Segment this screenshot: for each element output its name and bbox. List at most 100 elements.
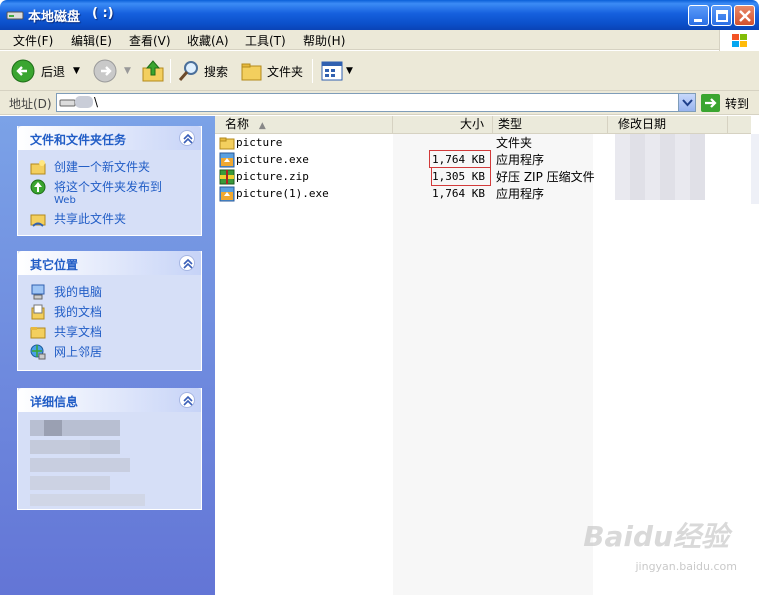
- task-new-folder-label: 创建一个新文件夹: [54, 160, 151, 174]
- details-header[interactable]: 详细信息: [18, 388, 201, 412]
- address-input[interactable]: \: [56, 93, 696, 112]
- column-size-label: 大小: [459, 117, 484, 131]
- task-publish-web[interactable]: 将这个文件夹发布到 Web: [18, 178, 201, 210]
- file-tasks-title: 文件和文件夹任务: [30, 133, 127, 147]
- address-dropdown-button[interactable]: [678, 94, 695, 111]
- collapse-icon[interactable]: [179, 130, 195, 146]
- menu-favorites[interactable]: 收藏(A): [187, 32, 229, 49]
- column-name[interactable]: 名称 ▲: [215, 116, 393, 134]
- collapse-icon[interactable]: [179, 392, 195, 408]
- new-folder-icon: [30, 160, 46, 175]
- address-blurred-drive: [75, 96, 93, 108]
- menu-view[interactable]: 查看(V): [129, 32, 171, 49]
- file-name: picture.zip: [236, 170, 309, 183]
- folder-up-icon: [142, 60, 164, 82]
- menu-edit[interactable]: 编辑(E): [71, 32, 112, 49]
- views-dropdown-icon[interactable]: ▼: [346, 66, 353, 76]
- maximize-button[interactable]: [711, 5, 732, 26]
- back-dropdown-icon[interactable]: ▼: [73, 66, 80, 76]
- publish-web-icon: [30, 179, 46, 195]
- exe-icon: [219, 186, 235, 202]
- back-button[interactable]: 后退 ▼: [10, 57, 80, 85]
- task-publish-web-label: 将这个文件夹发布到: [54, 180, 163, 194]
- close-icon: [739, 10, 751, 22]
- other-places-header[interactable]: 其它位置: [18, 251, 201, 275]
- column-date-label: 修改日期: [618, 117, 667, 131]
- zip-icon: [219, 169, 235, 185]
- place-my-documents[interactable]: 我的文档: [18, 303, 201, 323]
- file-row[interactable]: picture(1).exe 1,764 KB 应用程序: [215, 186, 751, 203]
- views-button[interactable]: ▼: [320, 57, 353, 85]
- task-new-folder[interactable]: 创建一个新文件夹: [18, 158, 201, 178]
- file-type: 文件夹: [496, 136, 533, 150]
- windows-flag-icon: [732, 34, 747, 47]
- column-type-label: 类型: [498, 117, 523, 131]
- menu-bar: 文件(F) 编辑(E) 查看(V) 收藏(A) 工具(T) 帮助(H): [0, 30, 759, 52]
- minimize-button[interactable]: [688, 5, 709, 26]
- size-highlight-box: [429, 150, 491, 168]
- title-bar: 本地磁盘 ( :): [0, 0, 759, 30]
- task-share-folder[interactable]: 共享此文件夹: [18, 210, 201, 230]
- menu-tools[interactable]: 工具(T): [245, 32, 286, 49]
- file-size: 1,764 KB: [432, 187, 485, 200]
- collapse-icon[interactable]: [179, 255, 195, 271]
- scroll-edge: [751, 134, 759, 204]
- other-places-panel: 其它位置 我的电脑 我的文档 共享文档 网上邻居: [17, 251, 202, 371]
- sorted-column-shade: [393, 134, 593, 595]
- column-type[interactable]: 类型: [493, 116, 608, 134]
- forward-arrow-icon: [93, 59, 117, 83]
- file-tasks-header[interactable]: 文件和文件夹任务: [18, 126, 201, 150]
- views-icon: [321, 61, 343, 81]
- file-name: picture(1).exe: [236, 187, 329, 200]
- column-size[interactable]: 大小: [393, 116, 493, 134]
- place-my-documents-label: 我的文档: [54, 305, 103, 319]
- windows-logo: [719, 30, 759, 52]
- toolbar-separator: [312, 59, 313, 83]
- place-network[interactable]: 网上邻居: [18, 343, 201, 363]
- task-publish-web-sub: Web: [54, 195, 76, 206]
- details-panel: 详细信息: [17, 388, 202, 510]
- window-title: 本地磁盘: [28, 10, 81, 25]
- details-blurred-content: [18, 412, 201, 506]
- menu-file[interactable]: 文件(F): [13, 32, 53, 49]
- folder-icon: [219, 137, 235, 150]
- size-highlight-box: [431, 167, 491, 186]
- details-title: 详细信息: [30, 395, 79, 409]
- forward-dropdown-icon[interactable]: ▼: [124, 66, 131, 76]
- back-label: 后退: [41, 64, 66, 79]
- exe-icon: [219, 152, 235, 168]
- close-button[interactable]: [734, 5, 755, 26]
- task-pane: 文件和文件夹任务 创建一个新文件夹 将这个文件夹发布到 Web 共享此文件夹 其: [0, 116, 215, 595]
- drive-icon: [6, 11, 24, 20]
- go-arrow-icon: [701, 94, 720, 112]
- up-button[interactable]: [141, 57, 165, 85]
- search-label: 搜索: [204, 64, 229, 79]
- network-icon: [30, 344, 46, 360]
- file-type: 好压 ZIP 压缩文件: [496, 170, 595, 184]
- address-bar: 地址(D) \ 转到: [0, 91, 759, 115]
- forward-button[interactable]: ▼: [92, 57, 131, 85]
- place-my-computer[interactable]: 我的电脑: [18, 283, 201, 303]
- column-header: 名称 ▲ 大小 类型 修改日期: [215, 116, 751, 134]
- address-value: \: [94, 95, 99, 109]
- place-shared-documents-label: 共享文档: [54, 325, 103, 339]
- folders-button[interactable]: 文件夹: [240, 57, 303, 85]
- place-shared-documents[interactable]: 共享文档: [18, 323, 201, 343]
- search-button[interactable]: 搜索: [177, 57, 228, 85]
- go-button[interactable]: 转到: [701, 94, 749, 112]
- menu-help[interactable]: 帮助(H): [303, 32, 345, 49]
- address-label: 地址(D): [9, 97, 52, 111]
- folders-icon: [241, 63, 262, 81]
- search-icon: [178, 61, 198, 81]
- my-documents-icon: [31, 304, 45, 320]
- other-places-title: 其它位置: [30, 258, 79, 272]
- file-name: picture.exe: [236, 153, 309, 166]
- column-date[interactable]: 修改日期: [608, 116, 728, 134]
- go-label: 转到: [725, 96, 750, 111]
- window-title-drive: ( :): [92, 6, 114, 21]
- shared-documents-icon: [30, 327, 46, 339]
- file-tasks-panel: 文件和文件夹任务 创建一个新文件夹 将这个文件夹发布到 Web 共享此文件夹: [17, 126, 202, 236]
- maximize-icon: [716, 10, 728, 22]
- folders-label: 文件夹: [267, 64, 304, 79]
- back-arrow-icon: [11, 59, 35, 83]
